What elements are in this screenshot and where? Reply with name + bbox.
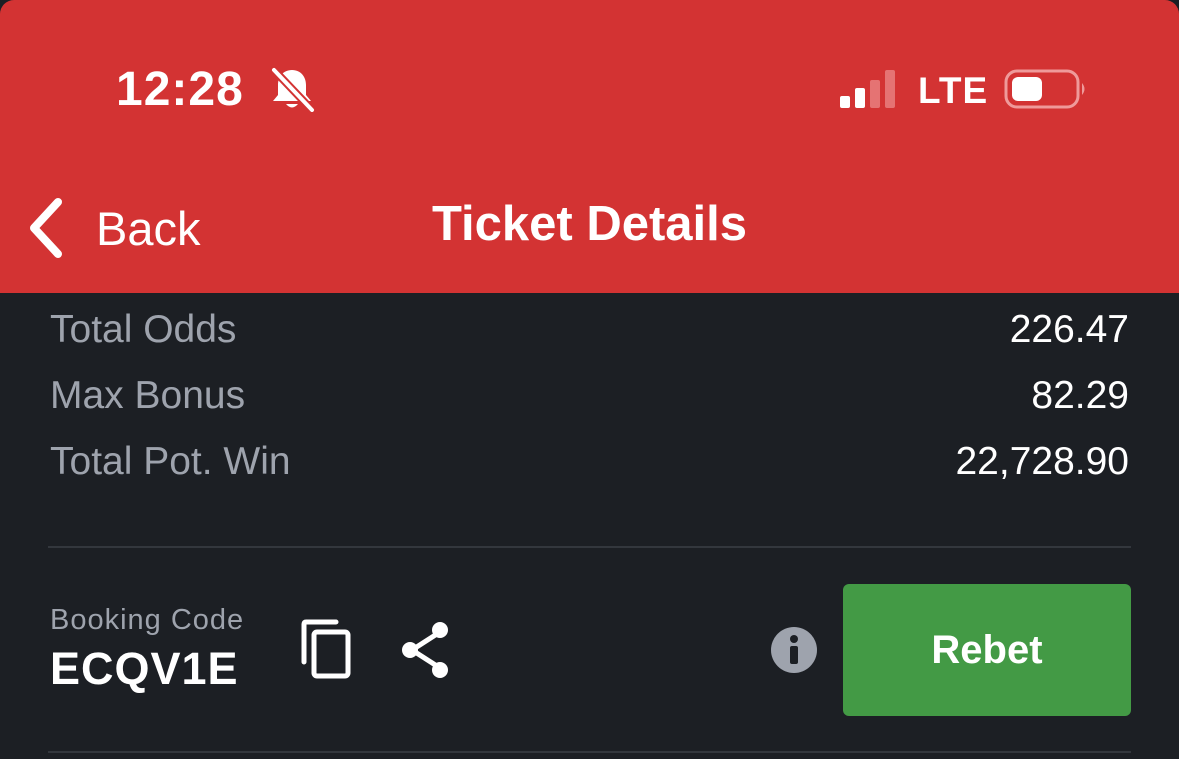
info-icon[interactable]: [770, 626, 818, 674]
summary-label: Total Pot. Win: [50, 440, 291, 483]
copy-icon[interactable]: [296, 618, 356, 682]
share-icon[interactable]: [396, 618, 456, 682]
divider: [48, 751, 1131, 753]
summary-label: Total Odds: [50, 308, 237, 351]
network-type-label: LTE: [918, 70, 989, 111]
summary-value: 22,728.90: [955, 440, 1129, 483]
page-title: Ticket Details: [431, 197, 748, 251]
summary-row-total-pot-win: Total Pot. Win 22,728.90: [50, 434, 1129, 490]
summary-value: 82.29: [1031, 374, 1129, 417]
summary-row-total-odds: Total Odds 226.47: [50, 302, 1129, 358]
divider: [48, 546, 1131, 548]
ticket-details-screen: 12:28 LTE Back Ticket Details Total Odds…: [0, 0, 1179, 759]
summary-value: 226.47: [1009, 308, 1129, 351]
rebet-button[interactable]: Rebet: [843, 584, 1131, 716]
bell-slash-icon: [270, 66, 316, 112]
signal-icon: [840, 70, 895, 108]
summary-label: Max Bonus: [50, 374, 246, 417]
status-time: 12:28: [116, 63, 244, 116]
booking-code-caption: Booking Code: [50, 604, 245, 636]
battery-icon: [1004, 69, 1085, 109]
header-bar: 12:28 LTE Back Ticket Details: [0, 0, 1179, 293]
summary-row-max-bonus: Max Bonus 82.29: [50, 368, 1129, 424]
booking-code-value: ECQV1E: [50, 643, 239, 694]
